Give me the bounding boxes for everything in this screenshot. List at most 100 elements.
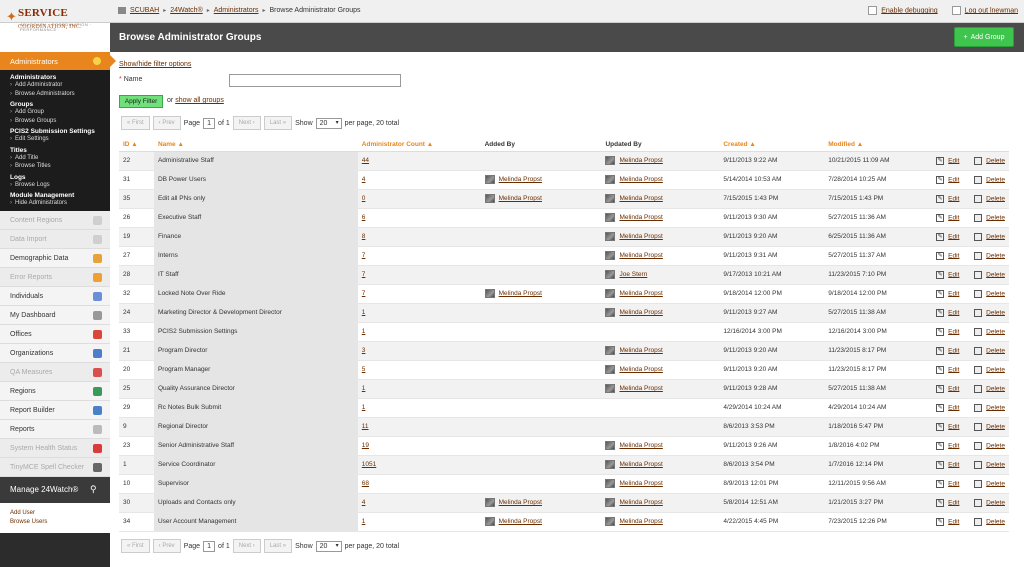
cell-admin-count-value[interactable]: 7 [362,252,366,259]
user-link[interactable]: Melinda Propst [619,499,662,506]
edit-link[interactable]: Edit [948,176,959,183]
user-link[interactable]: Melinda Propst [619,233,662,240]
user-link[interactable]: Melinda Propst [619,176,662,183]
user-link[interactable]: Melinda Propst [619,366,662,373]
delete-link[interactable]: Delete [986,442,1005,449]
col-name[interactable]: Name ▲ [153,138,358,152]
page-number-input[interactable]: 1 [203,540,216,552]
cell-admin-count-value[interactable]: 5 [362,366,366,373]
cell-admin-count-value[interactable]: 7 [362,271,366,278]
delete-link[interactable]: Delete [986,290,1005,297]
user-link[interactable]: Melinda Propst [619,157,662,164]
delete-link[interactable]: Delete [986,347,1005,354]
sidebar-module-item[interactable]: Reports [0,419,110,439]
sidebar-module-item[interactable]: My Dashboard [0,305,110,325]
delete-link[interactable]: Delete [986,271,1005,278]
edit-link[interactable]: Edit [948,442,959,449]
logout-link[interactable]: Log out lnewman [965,7,1018,14]
sidebar-module-item[interactable]: Regions [0,381,110,401]
cell-admin-count-value[interactable]: 44 [362,157,369,164]
delete-link[interactable]: Delete [986,233,1005,240]
col-created[interactable]: Created ▲ [719,138,825,152]
prev-page-button[interactable]: ‹ Prev [152,539,181,553]
edit-link[interactable]: Edit [948,290,959,297]
delete-link[interactable]: Delete [986,499,1005,506]
enable-debugging-link[interactable]: Enable debugging [881,7,937,14]
edit-link[interactable]: Edit [948,214,959,221]
user-link[interactable]: Melinda Propst [619,480,662,487]
cell-admin-count-value[interactable]: 1 [362,404,366,411]
cell-admin-count-value[interactable]: 1051 [362,461,376,468]
sidebar-module-item[interactable]: Organizations [0,343,110,363]
breadcrumb-24watch[interactable]: 24Watch® [170,7,203,14]
edit-link[interactable]: Edit [948,404,959,411]
col-admin-count[interactable]: Administrator Count ▲ [357,138,481,152]
user-link[interactable]: Melinda Propst [619,461,662,468]
delete-link[interactable]: Delete [986,385,1005,392]
sidebar-module-item[interactable]: TinyMCE Spell Checker [0,457,110,477]
sidebar-module-item[interactable]: QA Measures [0,362,110,382]
sidebar-submenu-link[interactable]: Browse Groups [10,117,100,126]
col-id[interactable]: ID ▲ [119,138,154,152]
edit-link[interactable]: Edit [948,252,959,259]
prev-page-button[interactable]: ‹ Prev [152,116,181,130]
user-link[interactable]: Melinda Propst [619,385,662,392]
browse-users-link[interactable]: Browse Users [10,518,100,527]
company-logo[interactable]: ✦ SERVICE COORDINATION, INC. ADVOCACY · … [6,3,106,43]
delete-link[interactable]: Delete [986,214,1005,221]
edit-link[interactable]: Edit [948,157,959,164]
sidebar-module-item[interactable]: Demographic Data [0,248,110,268]
sidebar-submenu-link[interactable]: Browse Administrators [10,90,100,99]
show-all-groups-link[interactable]: show all groups [175,97,224,104]
last-page-button[interactable]: Last » [263,539,293,553]
delete-link[interactable]: Delete [986,195,1005,202]
cell-admin-count-value[interactable]: 0 [362,195,366,202]
cell-admin-count-value[interactable]: 4 [362,499,366,506]
breadcrumb-scubah[interactable]: SCUBAH [130,7,159,14]
breadcrumb-administrators[interactable]: Administrators [214,7,259,14]
delete-link[interactable]: Delete [986,157,1005,164]
apply-filter-button[interactable]: Apply Filter [119,95,163,108]
per-page-select[interactable]: 20 [315,540,342,552]
edit-link[interactable]: Edit [948,309,959,316]
page-number-input[interactable]: 1 [203,117,216,129]
cell-admin-count-value[interactable]: 3 [362,347,366,354]
user-link[interactable]: Melinda Propst [619,214,662,221]
add-group-button[interactable]: + Add Group [954,27,1014,47]
cell-admin-count-value[interactable]: 68 [362,480,369,487]
manage-24watch[interactable]: Manage 24Watch® ⚲ [0,476,110,503]
edit-link[interactable]: Edit [948,271,959,278]
sidebar-module-item[interactable]: Content Regions [0,210,110,230]
sidebar-module-item[interactable]: Report Builder [0,400,110,420]
delete-link[interactable]: Delete [986,366,1005,373]
sidebar-submenu-link[interactable]: Hide Administrators [10,199,100,208]
user-link[interactable]: Melinda Propst [619,347,662,354]
delete-link[interactable]: Delete [986,480,1005,487]
edit-link[interactable]: Edit [948,347,959,354]
cell-admin-count-value[interactable]: 1 [362,518,366,525]
per-page-select[interactable]: 20 [315,117,342,129]
first-page-button[interactable]: « First [121,116,150,130]
user-link[interactable]: Melinda Propst [619,290,662,297]
user-link[interactable]: Melinda Propst [619,518,662,525]
edit-link[interactable]: Edit [948,328,959,335]
user-link[interactable]: Joe Stern [619,271,647,278]
edit-link[interactable]: Edit [948,518,959,525]
user-link[interactable]: Melinda Propst [499,290,542,297]
sidebar-submenu-link[interactable]: Add Group [10,108,100,117]
cell-admin-count-value[interactable]: 1 [362,385,366,392]
sidebar-module-item[interactable]: Data Import [0,229,110,249]
user-link[interactable]: Melinda Propst [619,195,662,202]
sidebar-module-item[interactable]: Error Reports [0,267,110,287]
delete-link[interactable]: Delete [986,252,1005,259]
edit-link[interactable]: Edit [948,195,959,202]
cell-admin-count-value[interactable]: 7 [362,290,366,297]
sidebar-submenu-link[interactable]: Browse Logs [10,181,100,190]
sidebar-module-item[interactable]: Individuals [0,286,110,306]
user-link[interactable]: Melinda Propst [619,309,662,316]
last-page-button[interactable]: Last » [263,116,293,130]
cell-admin-count-value[interactable]: 1 [362,328,366,335]
cell-admin-count-value[interactable]: 11 [362,423,369,430]
sidebar-submenu-link[interactable]: Edit Settings [10,135,100,144]
sidebar-item-administrators[interactable]: Administrators [0,52,116,70]
